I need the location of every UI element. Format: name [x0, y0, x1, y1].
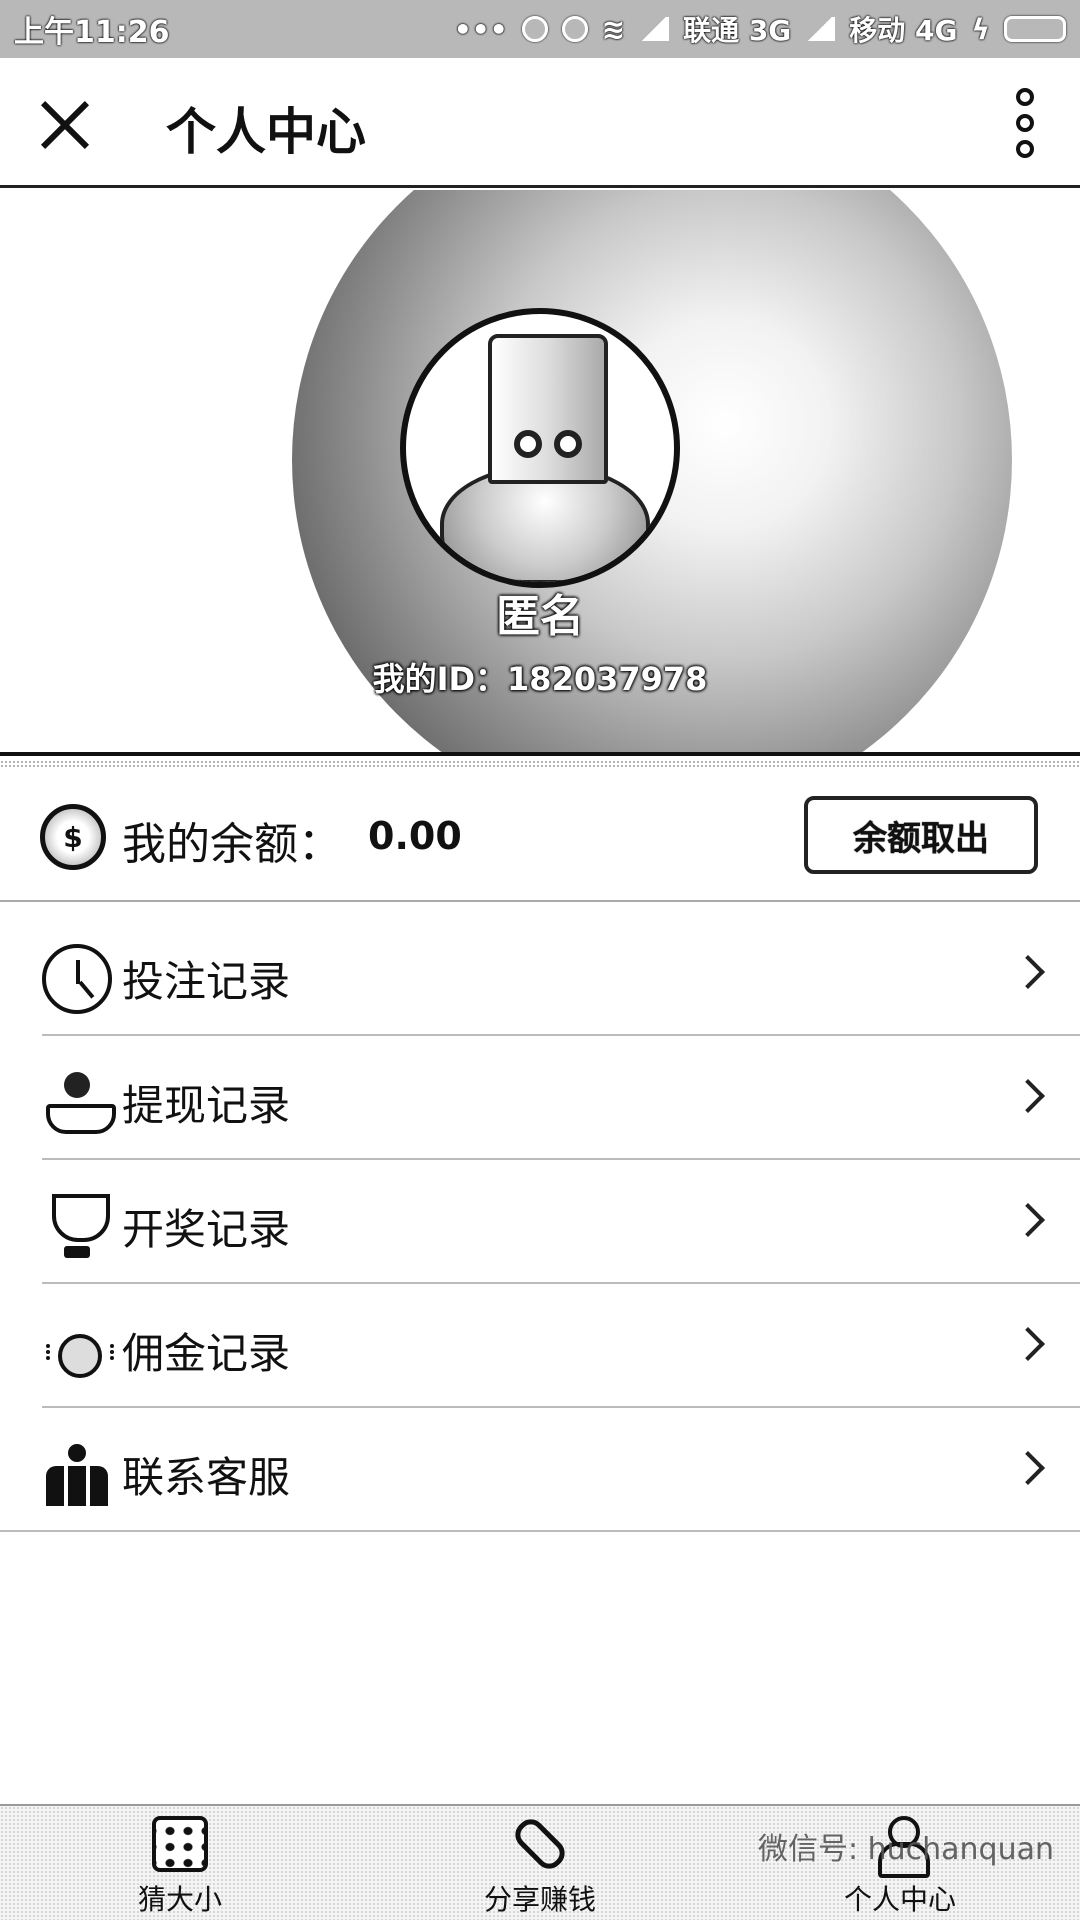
chevron-right-icon: [1011, 1203, 1045, 1237]
menu-item-label: 联系客服: [122, 1453, 291, 1502]
clock-icon: [42, 944, 112, 1014]
signal-icon-2: [805, 17, 836, 41]
dice-icon: [152, 1816, 208, 1872]
balance-label: 我的余额：: [122, 819, 342, 870]
menu-item-commission-records[interactable]: 佣金记录: [42, 1284, 1080, 1408]
balance-row: $ 我的余额： 0.00 余额取出: [0, 770, 1080, 902]
charging-icon: ϟ: [971, 12, 990, 46]
menu-item-draw-records[interactable]: 开奖记录: [42, 1160, 1080, 1284]
trophy-icon: [42, 1192, 112, 1262]
tab-share-earn[interactable]: 分享赚钱: [360, 1806, 720, 1920]
user-id: 我的ID：182037978: [372, 660, 708, 698]
menu-item-label: 投注记录: [122, 957, 291, 1006]
status-time: 上午11:26: [14, 15, 170, 50]
menu-item-label: 佣金记录: [122, 1329, 291, 1378]
menu-list: 投注记录 提现记录 开奖记录 佣金记录 联系客服: [0, 912, 1080, 1532]
profile-banner: 匿名 我的ID：182037978: [0, 190, 1080, 756]
tab-label: 分享赚钱: [483, 1883, 596, 1916]
alarm-icon: [561, 16, 588, 42]
chevron-right-icon: [1011, 1079, 1045, 1113]
carrier-unicom: 联通 3G: [683, 14, 792, 47]
status-indicators: ••• ≋ 联通 3G 移动 4G ϟ: [454, 9, 1066, 49]
chevron-right-icon: [1011, 1451, 1045, 1485]
wechat-watermark: 微信号: huchanquan: [757, 1832, 1054, 1867]
menu-item-bet-records[interactable]: 投注记录: [42, 912, 1080, 1036]
battery-icon: [1004, 16, 1066, 42]
menu-item-withdraw-records[interactable]: 提现记录: [42, 1036, 1080, 1160]
tab-label: 个人中心: [843, 1883, 956, 1916]
user-nickname: 匿名: [496, 591, 584, 642]
carrier-mobile: 移动 4G: [849, 14, 958, 47]
signal-icon: [639, 17, 670, 41]
customer-service-icon: [42, 1440, 112, 1510]
bottom-tab-bar: 猜大小 分享赚钱 个人中心 微信号: huchanquan: [0, 1804, 1080, 1920]
link-icon: [509, 1813, 571, 1875]
tab-guess-size[interactable]: 猜大小: [0, 1806, 360, 1920]
close-icon[interactable]: [36, 96, 92, 152]
divider: [0, 760, 1080, 768]
wifi-icon: ≋: [601, 12, 626, 46]
more-notifications-icon: •••: [453, 12, 508, 46]
tab-label: 猜大小: [137, 1883, 222, 1916]
coin-hand-icon: [42, 1068, 116, 1138]
sync-icon: [521, 16, 548, 42]
avatar-eye-right: [554, 430, 582, 458]
avatar[interactable]: [400, 308, 680, 588]
avatar-head: [488, 334, 608, 484]
app-header: 个人中心: [0, 58, 1080, 188]
balance-value: 0.00: [368, 814, 462, 858]
status-bar: 上午11:26 ••• ≋ 联通 3G 移动 4G ϟ: [0, 0, 1080, 58]
chevron-right-icon: [1011, 1327, 1045, 1361]
chevron-right-icon: [1011, 955, 1045, 989]
coin-icon: [42, 1316, 114, 1386]
page-title: 个人中心: [166, 103, 366, 161]
more-options-icon[interactable]: [1010, 88, 1040, 158]
menu-item-label: 提现记录: [122, 1081, 291, 1130]
menu-item-label: 开奖记录: [122, 1205, 291, 1254]
avatar-eye-left: [514, 430, 542, 458]
money-bag-icon: $: [40, 804, 106, 870]
withdraw-button[interactable]: 余额取出: [804, 796, 1038, 874]
menu-item-customer-service[interactable]: 联系客服: [0, 1408, 1080, 1532]
